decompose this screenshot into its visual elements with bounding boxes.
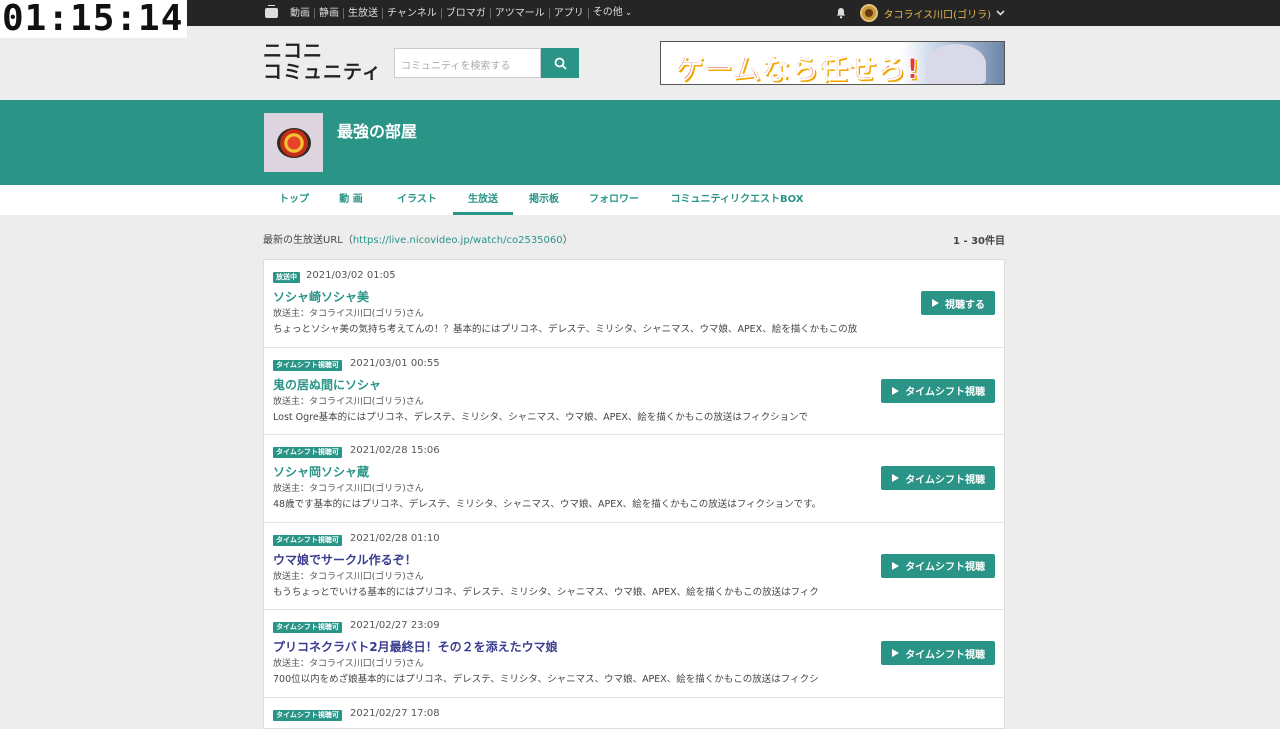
chevron-down-icon[interactable] bbox=[996, 10, 1005, 16]
broadcast-title[interactable]: ソシャ岡ソシャ蔵 bbox=[273, 463, 369, 480]
site-header: ニコニ コミュニティ コミュニティを検索する ゲームなら任せろ! bbox=[0, 26, 1280, 100]
search-input[interactable]: コミュニティを検索する bbox=[394, 48, 541, 78]
broadcast-description: ちょっとソシャ美の気持ち考えてんの！？基本的にはプリコネ、デレステ、ミリシタ、シ… bbox=[273, 324, 858, 335]
result-count: 1 - 30件目 bbox=[953, 236, 1005, 247]
ad-banner-character-image bbox=[926, 44, 986, 84]
global-nav: 動画 静画 生放送 チャンネル ブロマガ アツマール アプリ その他 ⌄ bbox=[265, 0, 636, 26]
watch-button[interactable]: 視聴する bbox=[921, 291, 995, 315]
list-item: タイムシフト視聴可 2021/02/28 15:06 ソシャ岡ソシャ蔵 放送主：… bbox=[264, 435, 1004, 523]
tab-bbs[interactable]: 掲示板 bbox=[522, 185, 566, 215]
user-menu[interactable]: タコライス川口(ゴリラ) bbox=[835, 0, 1005, 26]
community-thumbnail[interactable] bbox=[264, 113, 323, 172]
broadcast-description: Lost Ogre基本的にはプリコネ、デレステ、ミリシタ、シャニマス、ウマ娘、A… bbox=[273, 411, 809, 423]
play-icon bbox=[892, 649, 900, 657]
timeshift-button-label: タイムシフト視聴 bbox=[905, 562, 985, 573]
broadcast-description: 700位以内をめざ娘基本的にはプリコネ、デレステ、ミリシタ、シャニマス、ウマ娘、… bbox=[273, 674, 819, 685]
play-icon bbox=[892, 474, 900, 482]
nav-video[interactable]: 動画 bbox=[286, 7, 315, 19]
timeshift-watch-button[interactable]: タイムシフト視聴 bbox=[881, 466, 995, 490]
community-title[interactable]: 最強の部屋 bbox=[337, 118, 417, 142]
nav-more[interactable]: その他 ⌄ bbox=[589, 7, 637, 19]
broadcast-title[interactable]: ソシャ崎ソシャ美 bbox=[273, 288, 369, 305]
play-icon bbox=[892, 386, 900, 395]
logo-line-1: ニコニ bbox=[263, 40, 324, 62]
search-button[interactable] bbox=[541, 48, 579, 78]
tab-illust[interactable]: イラスト bbox=[390, 185, 444, 215]
broadcast-host: 放送主：タコライス川口(ゴリラ)さん bbox=[273, 571, 424, 582]
status-badge: タイムシフト視聴可 bbox=[273, 709, 342, 721]
tab-video[interactable]: 動 画 bbox=[330, 185, 372, 215]
niconi-community-logo[interactable]: ニコニ コミュニティ bbox=[263, 41, 382, 83]
broadcast-date: 2021/02/27 23:09 bbox=[350, 620, 440, 631]
timeshift-watch-button[interactable]: タイムシフト視聴 bbox=[881, 378, 995, 403]
nav-app[interactable]: アプリ bbox=[550, 7, 589, 19]
broadcast-list: 放送中 2021/03/02 01:05 ソシャ崎ソシャ美 放送主：タコライス川… bbox=[263, 259, 1005, 729]
nav-seiga[interactable]: 静画 bbox=[315, 7, 344, 19]
broadcast-title[interactable]: ウマ娘でサークル作るぞ！ bbox=[273, 551, 417, 568]
broadcast-host: 放送主：タコライス川口(ゴリラ)さん bbox=[273, 659, 424, 669]
broadcast-date: 2021/02/27 17:08 bbox=[350, 707, 440, 719]
ad-banner-text: ゲームなら任せろ! bbox=[675, 52, 920, 85]
broadcast-host: 放送主：タコライス川口(ゴリラ)さん bbox=[273, 484, 424, 494]
status-badge: タイムシフト視聴可 bbox=[273, 447, 342, 458]
timeshift-button-label: タイムシフト視聴 bbox=[905, 649, 985, 661]
search-icon bbox=[554, 57, 567, 70]
tab-live[interactable]: 生放送 bbox=[453, 185, 513, 215]
latest-live-label: 最新の生放送URL（ bbox=[263, 235, 353, 246]
broadcast-date: 2021/02/28 15:06 bbox=[350, 445, 440, 456]
broadcast-description: 48歳です基本的にはプリコネ、デレステ、ミリシタ、シャニマス、ウマ娘、APEX、… bbox=[273, 499, 822, 510]
user-name[interactable]: タコライス川口(ゴリラ) bbox=[883, 6, 991, 21]
broadcast-title[interactable]: 鬼の居ぬ間にソシャ bbox=[273, 376, 381, 393]
broadcast-host: 放送主：タコライス川口(ゴリラ)さん bbox=[273, 309, 424, 319]
bell-icon[interactable] bbox=[835, 7, 847, 19]
nav-live[interactable]: 生放送 bbox=[344, 7, 383, 19]
nav-channel[interactable]: チャンネル bbox=[383, 7, 442, 19]
tab-request-box[interactable]: コミュニティリクエストBOX bbox=[664, 185, 810, 215]
broadcast-date: 2021/03/02 01:05 bbox=[306, 270, 396, 281]
logo-line-2: コミュニティ bbox=[263, 61, 382, 83]
community-header: 最強の部屋 bbox=[0, 100, 1280, 185]
list-item: タイムシフト視聴可 2021/02/27 17:08 bbox=[264, 698, 1004, 728]
timeshift-button-label: タイムシフト視聴 bbox=[905, 387, 985, 398]
status-badge: タイムシフト視聴可 bbox=[273, 359, 342, 371]
list-item: タイムシフト視聴可 2021/02/27 23:09 プリコネクラバト2月最終日… bbox=[264, 610, 1004, 698]
broadcast-host: 放送主：タコライス川口(ゴリラ)さん bbox=[273, 396, 424, 407]
food-image bbox=[276, 127, 311, 158]
community-tabs: トップ 動 画 イラスト 生放送 掲示板 フォロワー コミュニティリクエストBO… bbox=[0, 185, 1280, 215]
avatar[interactable] bbox=[860, 4, 879, 22]
status-badge: 放送中 bbox=[273, 272, 300, 283]
timeshift-button-label: タイムシフト視聴 bbox=[905, 474, 985, 486]
timeshift-watch-button[interactable]: タイムシフト視聴 bbox=[881, 641, 995, 665]
watch-button-label: 視聴する bbox=[945, 299, 985, 311]
nav-more-label: その他 bbox=[592, 7, 623, 18]
play-icon bbox=[932, 299, 939, 307]
latest-live-link[interactable]: https://live.nicovideo.jp/watch/co253506… bbox=[353, 235, 563, 246]
global-topbar: 動画 静画 生放送 チャンネル ブロマガ アツマール アプリ その他 ⌄ タコライ… bbox=[0, 0, 1280, 26]
play-icon bbox=[892, 561, 900, 570]
broadcast-description: もうちょっとでいける基本的にはプリコネ、デレステ、ミリシタ、シャニマス、ウマ娘、… bbox=[273, 586, 819, 598]
tab-top[interactable]: トップ bbox=[271, 185, 317, 215]
status-badge: タイムシフト視聴可 bbox=[273, 534, 342, 546]
tv-icon[interactable] bbox=[265, 5, 278, 18]
broadcast-date: 2021/03/01 00:55 bbox=[350, 357, 440, 369]
list-item: 放送中 2021/03/02 01:05 ソシャ崎ソシャ美 放送主：タコライス川… bbox=[264, 260, 1004, 348]
list-item: タイムシフト視聴可 2021/03/01 00:55 鬼の居ぬ間にソシャ 放送主… bbox=[264, 348, 1004, 435]
chevron-down-icon: ⌄ bbox=[624, 8, 633, 18]
latest-live-url: 最新の生放送URL（https://live.nicovideo.jp/watc… bbox=[263, 231, 573, 246]
broadcast-date: 2021/02/28 01:10 bbox=[350, 532, 440, 544]
list-item: タイムシフト視聴可 2021/02/28 01:10 ウマ娘でサークル作るぞ！ … bbox=[264, 523, 1004, 610]
broadcast-title[interactable]: プリコネクラバト2月最終日！その２を添えたウマ娘 bbox=[273, 638, 558, 655]
timeshift-watch-button[interactable]: タイムシフト視聴 bbox=[881, 553, 995, 578]
ad-banner[interactable]: ゲームなら任せろ! bbox=[660, 41, 1005, 85]
status-badge: タイムシフト視聴可 bbox=[273, 622, 342, 633]
latest-live-close: ） bbox=[562, 235, 573, 246]
elapsed-timer-overlay: 01:15:14 bbox=[0, 0, 187, 38]
tab-followers[interactable]: フォロワー bbox=[582, 185, 646, 215]
nav-blomaga[interactable]: ブロマガ bbox=[442, 7, 491, 19]
nav-atsumaru[interactable]: アツマール bbox=[491, 7, 550, 19]
